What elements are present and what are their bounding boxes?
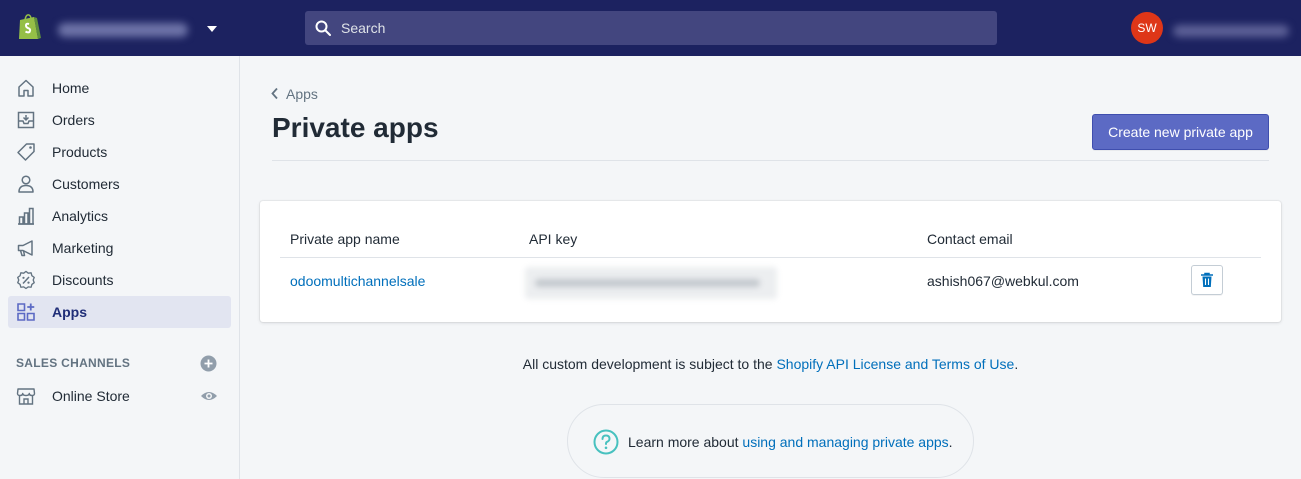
sidebar-item-discounts[interactable]: Discounts: [8, 264, 231, 296]
license-suffix: .: [1014, 356, 1019, 372]
question-circle-icon: [593, 429, 619, 455]
sidebar-item-marketing[interactable]: Marketing: [8, 232, 231, 264]
bar-chart-icon: [18, 207, 34, 225]
sidebar-item-online-store[interactable]: Online Store: [8, 380, 231, 412]
sidebar: Home Orders Products Customers Analytics: [0, 56, 240, 479]
sidebar-item-orders[interactable]: Orders: [8, 104, 231, 136]
sidebar-item-label: Home: [52, 80, 90, 96]
column-header-name: Private app name: [290, 231, 400, 247]
contact-email: ashish067@webkul.com: [927, 273, 1079, 289]
megaphone-icon: [17, 240, 33, 257]
help-text: Learn more about using and managing priv…: [628, 434, 953, 450]
sidebar-item-label: Customers: [52, 176, 120, 192]
breadcrumb-label: Apps: [286, 86, 318, 102]
sidebar-item-analytics[interactable]: Analytics: [8, 200, 231, 232]
help-suffix: .: [948, 434, 953, 450]
store-icon: [16, 388, 36, 405]
sidebar-item-label: Analytics: [52, 208, 109, 224]
sidebar-item-products[interactable]: Products: [8, 136, 231, 168]
help-link[interactable]: using and managing private apps: [742, 434, 948, 450]
page-title: Private apps: [272, 112, 439, 143]
sidebar-item-label: Orders: [52, 112, 95, 128]
user-name[interactable]: [1173, 25, 1289, 37]
sidebar-item-label: Online Store: [52, 388, 130, 404]
sidebar-item-apps[interactable]: Apps: [8, 296, 231, 328]
avatar[interactable]: SW: [1131, 12, 1163, 44]
shopify-logo-icon[interactable]: [16, 12, 42, 42]
top-bar: Search SW: [0, 0, 1301, 56]
delete-app-button[interactable]: [1191, 265, 1223, 295]
sidebar-item-customers[interactable]: Customers: [8, 168, 231, 200]
row-divider: [280, 257, 1261, 258]
tag-icon: [17, 143, 35, 161]
orders-icon: [17, 111, 35, 129]
search-input[interactable]: Search: [305, 11, 997, 45]
eye-icon[interactable]: [200, 388, 218, 404]
apps-icon: [17, 303, 35, 321]
api-key-redacted-text: [535, 279, 760, 287]
sales-channels-title: SALES CHANNELS: [16, 356, 131, 370]
sidebar-item-label: Apps: [52, 304, 87, 320]
create-private-app-button[interactable]: Create new private app: [1092, 114, 1269, 150]
store-name[interactable]: [58, 23, 188, 37]
license-link[interactable]: Shopify API License and Terms of Use: [776, 356, 1014, 372]
license-notice: All custom development is subject to the…: [240, 356, 1301, 372]
private-app-name-link[interactable]: odoomultichannelsale: [290, 273, 425, 289]
person-icon: [18, 175, 34, 193]
sidebar-item-label: Discounts: [52, 272, 114, 288]
column-header-api-key: API key: [529, 231, 578, 247]
private-apps-table-card: Private app name API key Contact email o…: [260, 201, 1281, 322]
sidebar-item-label: Products: [52, 144, 108, 160]
add-sales-channel-icon[interactable]: [200, 355, 217, 372]
help-callout: Learn more about using and managing priv…: [567, 404, 974, 478]
title-divider: [272, 160, 1269, 161]
discount-icon: [17, 270, 35, 290]
search-placeholder: Search: [341, 20, 386, 36]
column-header-email: Contact email: [927, 231, 1013, 247]
home-icon: [18, 79, 34, 97]
sidebar-item-home[interactable]: Home: [8, 72, 231, 104]
chevron-left-icon: [271, 87, 278, 100]
trash-icon: [1201, 272, 1213, 287]
license-prefix: All custom development is subject to the: [522, 356, 777, 372]
help-prefix: Learn more about: [628, 434, 743, 450]
main-content: Apps Private apps Create new private app…: [240, 56, 1301, 479]
sidebar-item-label: Marketing: [52, 240, 114, 256]
caret-down-icon[interactable]: [205, 24, 219, 34]
search-icon: [315, 20, 331, 36]
